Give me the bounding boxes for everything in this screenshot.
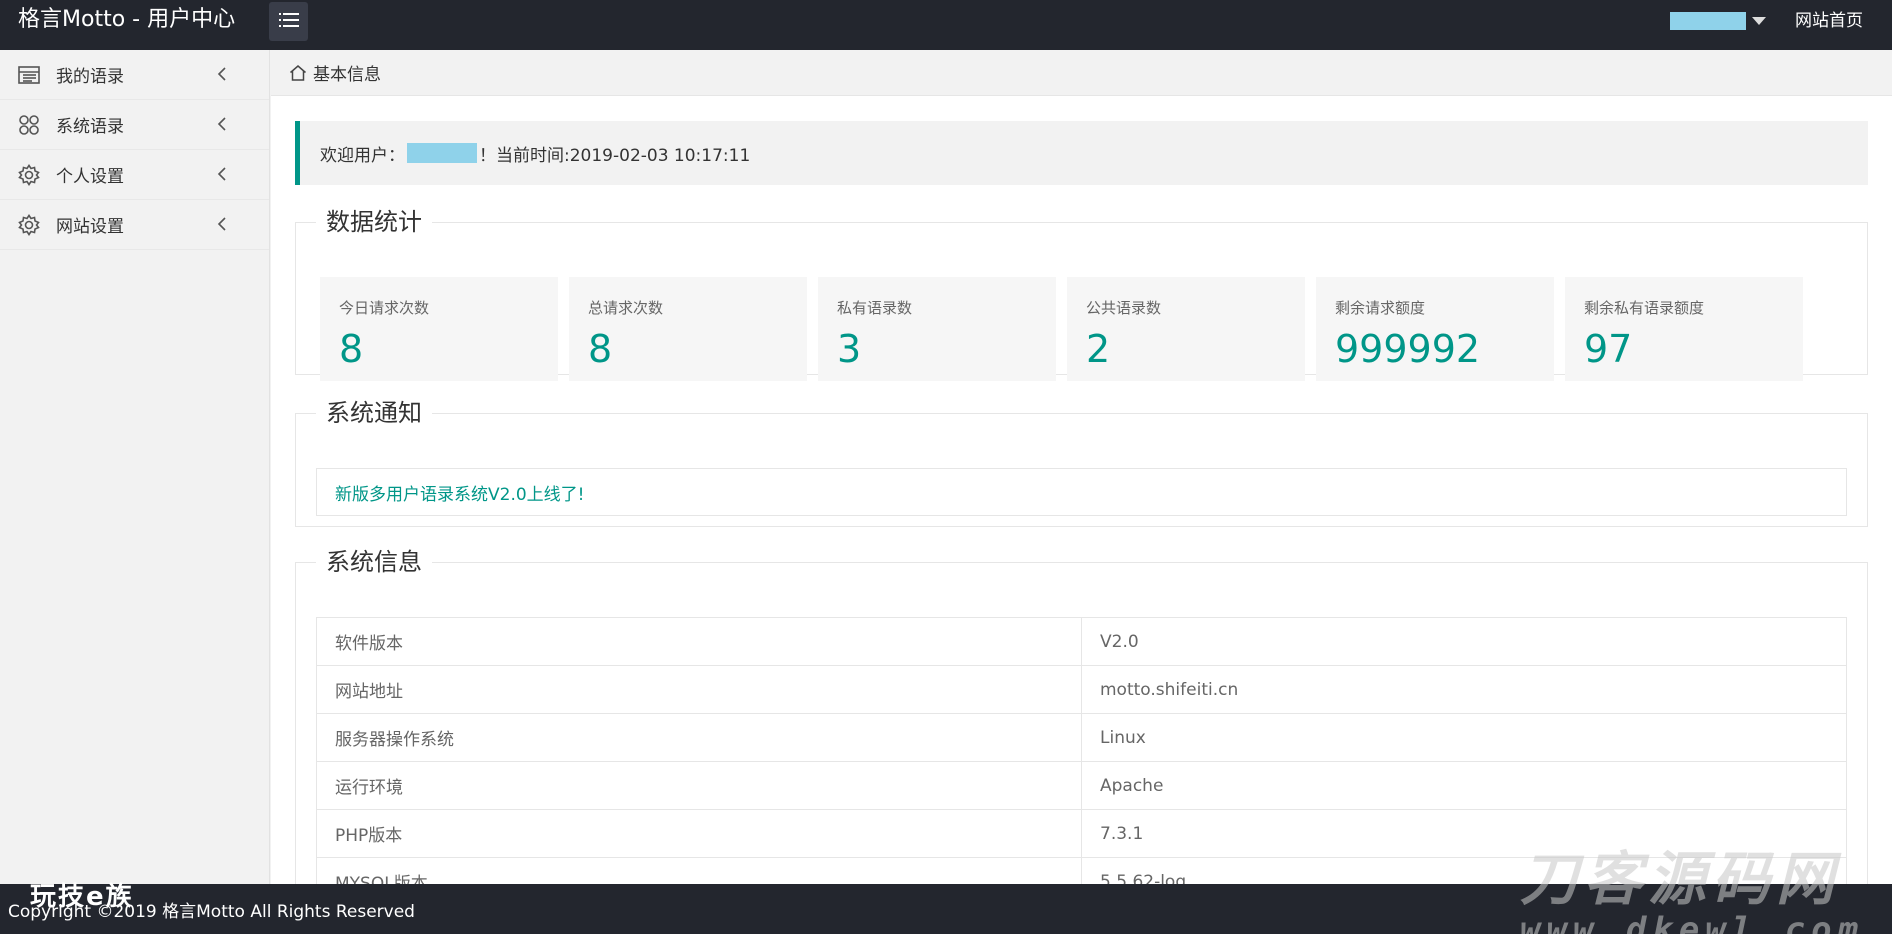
breadcrumb-label: 基本信息 (313, 65, 381, 85)
stat-title: 今日请求次数 (339, 299, 430, 317)
caret-down-icon (1752, 17, 1766, 25)
table-row: 网站地址 motto.shifeiti.cn (316, 665, 1847, 714)
stat-card-today-requests: 今日请求次数 8 (320, 277, 558, 381)
stat-value: 999992 (1335, 327, 1481, 371)
welcome-prefix: 欢迎用户： (320, 145, 405, 166)
stat-title: 总请求次数 (588, 299, 664, 317)
table-key: 服务器操作系统 (316, 713, 1082, 762)
table-row: 软件版本 V2.0 (316, 617, 1847, 666)
breadcrumb: 基本信息 (271, 50, 1892, 96)
sysinfo-legend: 系统信息 (326, 548, 422, 576)
main-content: 基本信息 欢迎用户： ！当前时间:2019-02-03 10:17:11 数据统… (271, 50, 1892, 934)
table-key: 软件版本 (316, 617, 1082, 666)
table-value: motto.shifeiti.cn (1081, 665, 1847, 714)
stats-panel: 数据统计 今日请求次数 8 总请求次数 8 私有语录数 3 公共语录数 2 剩余… (295, 207, 1868, 381)
sidebar: 我的语录 系统语录 个人设置 网站设置 (0, 50, 270, 884)
table-key: 网站地址 (316, 665, 1082, 714)
stat-value: 97 (1584, 327, 1633, 371)
welcome-time: ！当前时间:2019-02-03 10:17:11 (479, 145, 751, 166)
table-value: Linux (1081, 713, 1847, 762)
table-key: 运行环境 (316, 761, 1082, 810)
home-icon (289, 64, 307, 82)
watermark-right: 刀客源码网 www.dkewl.com (1520, 832, 1880, 934)
table-value: V2.0 (1081, 617, 1847, 666)
sidebar-item-label: 网站设置 (56, 217, 124, 237)
stat-card-remaining-requests: 剩余请求额度 999992 (1316, 277, 1554, 381)
table-row: 运行环境 Apache (316, 761, 1847, 810)
sidebar-item-my-quotes[interactable]: 我的语录 (0, 50, 269, 100)
table-key: PHP版本 (316, 809, 1082, 858)
menu-toggle-button[interactable] (269, 2, 308, 41)
stat-title: 剩余私有语录额度 (1584, 299, 1705, 317)
stat-value: 3 (837, 327, 862, 371)
chevron-left-icon (215, 166, 231, 182)
gear-icon (18, 163, 40, 186)
sidebar-item-personal-settings[interactable]: 个人设置 (0, 150, 269, 200)
notice-panel: 系统通知 新版多用户语录系统V2.0上线了! (295, 398, 1868, 527)
stat-card-remaining-private-quotes: 剩余私有语录额度 97 (1565, 277, 1803, 381)
top-header: 格言Motto - 用户中心 网站首页 (0, 0, 1892, 50)
sidebar-item-system-quotes[interactable]: 系统语录 (0, 100, 269, 150)
stat-value: 2 (1086, 327, 1111, 371)
chevron-left-icon (215, 216, 231, 232)
table-value: Apache (1081, 761, 1847, 810)
stat-value: 8 (588, 327, 613, 371)
notice-item[interactable]: 新版多用户语录系统V2.0上线了! (316, 468, 1847, 516)
welcome-banner: 欢迎用户： ！当前时间:2019-02-03 10:17:11 (295, 121, 1868, 185)
watermark-title: 刀客源码网 (1520, 845, 1841, 913)
table-row: 服务器操作系统 Linux (316, 713, 1847, 762)
notice-legend: 系统通知 (326, 399, 422, 427)
sidebar-item-site-settings[interactable]: 网站设置 (0, 200, 269, 250)
user-menu[interactable] (1670, 10, 1766, 32)
username-redacted (1670, 12, 1746, 30)
username-redacted (407, 143, 477, 163)
stat-title: 私有语录数 (837, 299, 913, 317)
chevron-left-icon (215, 66, 231, 82)
list-icon (18, 64, 40, 86)
menu-icon (278, 12, 299, 32)
stat-value: 8 (339, 327, 364, 371)
clover-icon (18, 114, 40, 136)
chevron-left-icon (215, 116, 231, 132)
stat-card-private-quotes: 私有语录数 3 (818, 277, 1056, 381)
watermark-url: www.dkewl.com (1520, 910, 1865, 934)
website-home-link[interactable]: 网站首页 (1795, 0, 1863, 42)
watermark-left: 玩技e族 (30, 882, 134, 912)
stat-title: 公共语录数 (1086, 299, 1162, 317)
stats-legend: 数据统计 (326, 208, 422, 236)
gear-icon (18, 213, 40, 236)
sidebar-item-label: 个人设置 (56, 167, 124, 187)
sidebar-item-label: 我的语录 (56, 67, 124, 87)
sidebar-item-label: 系统语录 (56, 117, 124, 137)
stat-title: 剩余请求额度 (1335, 299, 1426, 317)
stat-card-public-quotes: 公共语录数 2 (1067, 277, 1305, 381)
stat-card-total-requests: 总请求次数 8 (569, 277, 807, 381)
app-title: 格言Motto - 用户中心 (18, 7, 236, 32)
